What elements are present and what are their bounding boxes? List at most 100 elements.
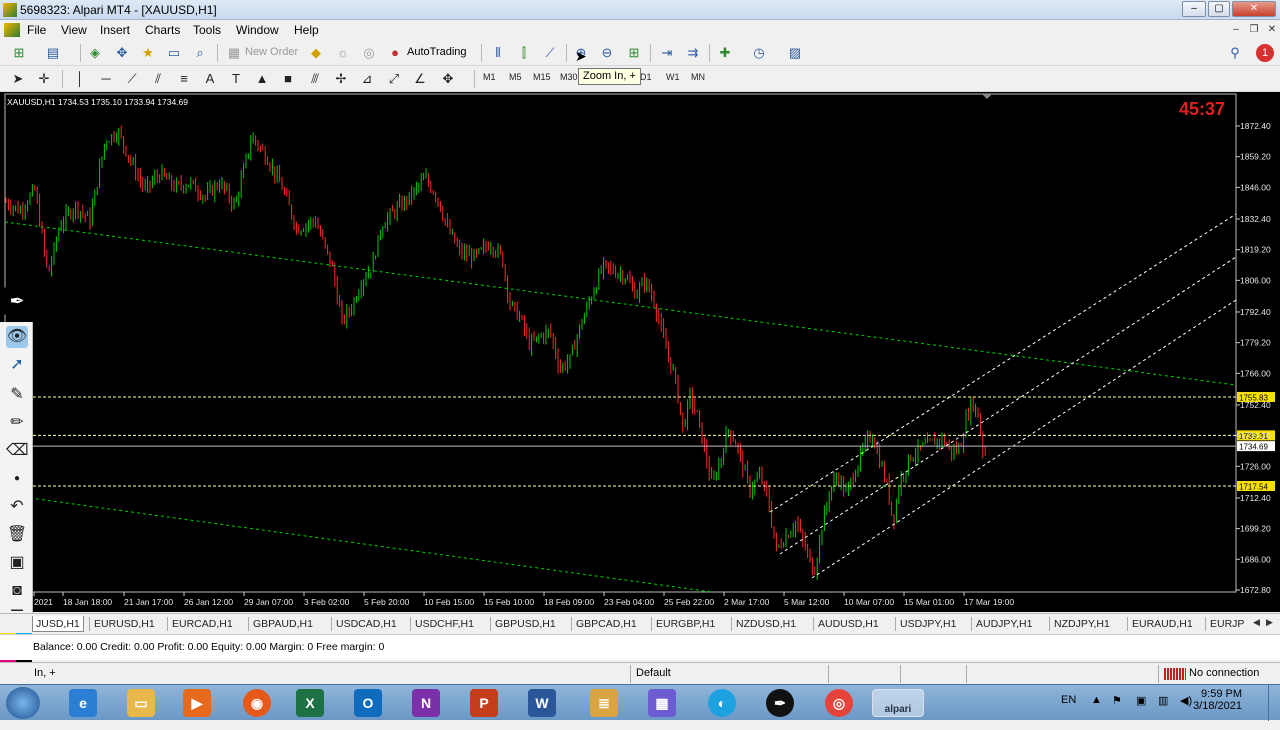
language-indicator[interactable]: EN [1061,694,1076,706]
system-clock[interactable]: 9:59 PM 3/18/2021 [1193,688,1242,712]
autotrading-icon[interactable]: ● [386,44,404,62]
tile-windows-icon[interactable]: ⊞ [625,44,643,62]
line-chart-icon[interactable]: ⟋ [541,44,559,62]
fibo-fan-icon[interactable]: ⊿ [358,70,376,88]
menu-tools[interactable]: Tools [193,23,221,37]
status-profile[interactable]: Default [636,667,671,679]
tab-symbol[interactable]: EURGBP,H1 [656,616,715,632]
autotrading-button[interactable]: AutoTrading [407,46,467,58]
tab-symbol[interactable]: GBPCAD,H1 [576,616,637,632]
metaeditor-icon[interactable]: ◆ [307,44,325,62]
menu-view[interactable]: View [61,23,87,37]
auto-scroll-icon[interactable]: ⇉ [684,44,702,62]
templates-icon[interactable]: ▨ [786,44,804,62]
indicators-icon[interactable]: ✚ [716,44,734,62]
timeframe-d1[interactable]: D1 [640,72,652,82]
rectangle-icon[interactable]: ■ [279,70,297,88]
price-chart[interactable]: 1755.831739.311734.691717.541872.401859.… [0,92,1280,612]
tray-device-icon[interactable]: ▣ [1136,694,1146,707]
dot-size-icon[interactable]: ● [6,468,28,490]
tab-symbol[interactable]: USDCAD,H1 [336,616,397,632]
trendline-icon[interactable]: ⟋ [123,70,141,88]
fibonacci-icon[interactable]: ≡ [175,70,193,88]
excel-icon[interactable]: X [296,689,324,717]
periods-icon[interactable]: ◷ [750,44,768,62]
signals-icon[interactable]: ☼ [334,44,352,62]
menu-charts[interactable]: Charts [145,23,180,37]
pen-app-icon[interactable]: ✒ [766,689,794,717]
menu-help[interactable]: Help [294,23,319,37]
maximize-button[interactable]: ▢ [1208,1,1230,17]
tab-symbol[interactable]: USDJPY,H1 [900,616,956,632]
pencil-icon[interactable]: ✏ [6,412,28,434]
tab-symbol[interactable]: EURAUD,H1 [1132,616,1193,632]
notification-badge[interactable]: 1 [1256,44,1274,62]
new-order-button[interactable]: New Order [245,46,298,58]
profiles-icon[interactable]: ▤ [44,44,62,62]
close-button[interactable]: ✕ [1232,1,1276,17]
text-label-icon[interactable]: T [227,70,245,88]
crosshair-icon[interactable]: ✛ [35,70,53,88]
volume-icon[interactable]: ◀) [1180,694,1192,707]
word-icon[interactable]: W [528,689,556,717]
market-icon[interactable]: ◎ [360,44,378,62]
gann-icon[interactable]: ✢ [332,70,350,88]
show-desktop-button[interactable] [1268,685,1280,721]
eraser-icon[interactable]: ⌫ [6,440,29,462]
start-button[interactable] [6,687,40,719]
menu-file[interactable]: File [27,23,46,37]
media-player-icon[interactable]: ▶ [183,689,211,717]
new-chart-icon[interactable]: ⊞ [10,44,28,62]
regression-icon[interactable]: ⤢ [385,70,403,88]
pen-tool-icon[interactable]: ✒ [3,287,31,315]
tab-symbol[interactable]: EURUSD,H1 [94,616,155,632]
menu-window[interactable]: Window [236,23,279,37]
tray-arrow-icon[interactable]: ▲ [1091,694,1102,706]
tab-symbol[interactable]: NZDJPY,H1 [1054,616,1110,632]
timeframe-mn[interactable]: MN [691,72,705,82]
mdi-close-icon[interactable]: ✕ [1264,23,1280,37]
tab-symbol[interactable]: GBPUSD,H1 [495,616,556,632]
new-order-icon[interactable]: ▦ [225,44,243,62]
candlestick-icon[interactable]: ⫿ [515,44,533,62]
tab-symbol[interactable]: NZDUSD,H1 [736,616,796,632]
minimize-button[interactable]: – [1182,1,1206,17]
market-watch-icon[interactable]: ◈ [86,44,104,62]
pointer-icon[interactable]: ➚ [6,354,28,376]
strategy-tester-icon[interactable]: ⌕ [191,44,209,62]
cursor-icon[interactable]: ➤ [9,70,27,88]
timeframe-m15[interactable]: M15 [533,72,551,82]
shapes-menu-icon[interactable]: ✥ [439,70,457,88]
tab-scroll-left-icon[interactable]: ◀ [1253,617,1263,631]
zoom-out-icon[interactable]: ⊖ [598,44,616,62]
vertical-line-icon[interactable]: │ [71,70,89,88]
tab-active-symbol[interactable]: JUSD,H1 [32,616,84,632]
navigator-icon[interactable]: ★ [139,44,157,62]
data-window-icon[interactable]: ✥ [113,44,131,62]
files-icon[interactable]: ≣ [590,689,618,717]
highlighter-icon[interactable]: ✎ [6,384,28,406]
tab-scroll-right-icon[interactable]: ▶ [1266,617,1276,631]
tab-symbol[interactable]: EURJP [1210,616,1244,632]
equidistant-channel-icon[interactable]: ⫽ [149,70,167,88]
chart-shift-icon[interactable]: ⇥ [658,44,676,62]
firefox-icon[interactable]: ◉ [243,689,271,717]
tab-symbol[interactable]: AUDJPY,H1 [976,616,1032,632]
tab-symbol[interactable]: USDCHF,H1 [415,616,474,632]
onenote-icon[interactable]: N [412,689,440,717]
text-icon[interactable]: A [201,70,219,88]
file-explorer-icon[interactable]: ▭ [127,689,155,717]
horizontal-line-icon[interactable]: ─ [97,70,115,88]
internet-explorer-icon[interactable]: e [69,689,97,717]
timeframe-w1[interactable]: W1 [666,72,680,82]
alpari-taskbar-app[interactable]: alpari [872,689,924,717]
menu-insert[interactable]: Insert [100,23,130,37]
search-icon[interactable]: ⚲ [1226,44,1244,62]
board-icon[interactable]: ▣ [6,552,28,574]
angle-icon[interactable]: ∠ [411,70,429,88]
outlook-icon[interactable]: O [354,689,382,717]
powerpoint-icon[interactable]: P [470,689,498,717]
tab-symbol[interactable]: GBPAUD,H1 [253,616,313,632]
trash-icon[interactable]: 🗑 [6,524,28,546]
undo-icon[interactable]: ↶ [6,496,28,518]
